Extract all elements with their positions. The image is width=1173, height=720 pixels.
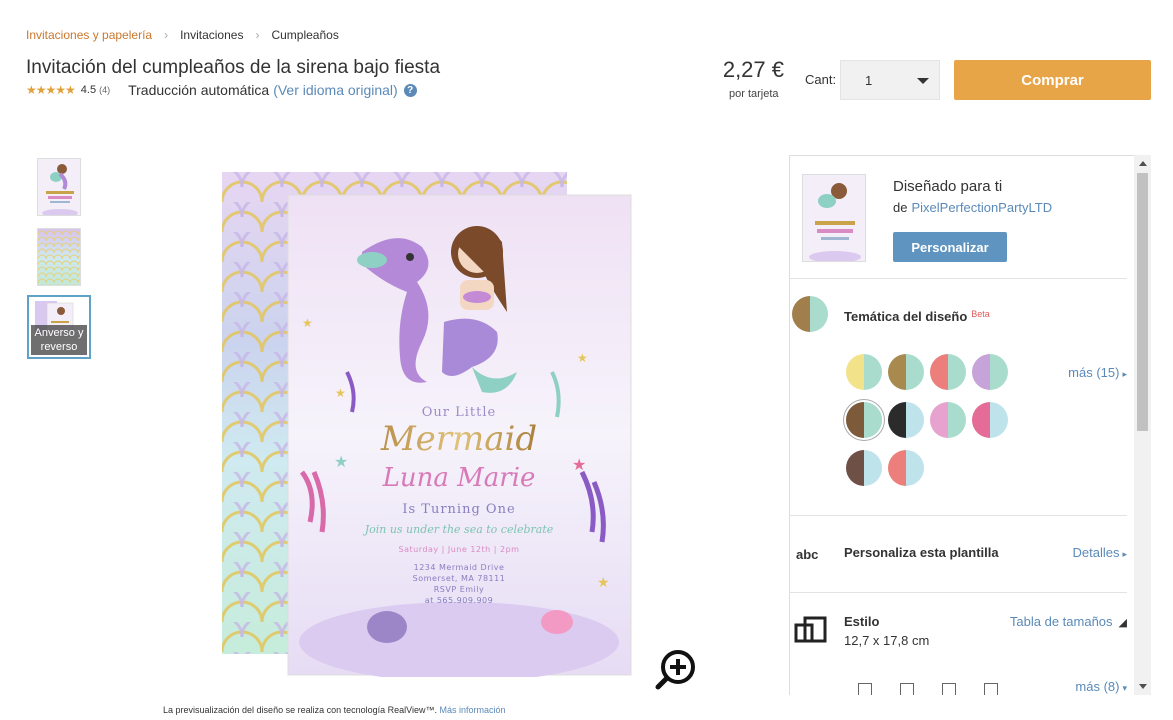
- card-address-2: Somerset, MA 78111: [413, 574, 506, 583]
- theme-swatch[interactable]: [846, 354, 882, 390]
- card-age: Is Turning One: [402, 502, 515, 517]
- breadcrumb: Invitaciones y papelería › Invitaciones …: [26, 28, 339, 42]
- price: 2,27 €: [722, 57, 784, 82]
- price-unit: por tarjeta: [729, 88, 779, 100]
- rating-stars-icon[interactable]: ★★★★★: [26, 83, 76, 97]
- svg-text:★: ★: [302, 316, 313, 330]
- chevron-right-icon: ›: [164, 28, 169, 42]
- rating-count[interactable]: (4): [99, 85, 110, 95]
- front-and-back-label: Anverso y reverso: [31, 325, 87, 355]
- quantity-label: Cant:: [805, 72, 837, 87]
- divider: [790, 592, 1127, 593]
- card-invite: Join us under the sea to celebrate: [363, 523, 554, 536]
- auto-translation-label: Traducción automática: [128, 82, 270, 98]
- more-info-link[interactable]: Más información: [440, 705, 506, 715]
- divider: [790, 515, 1127, 516]
- rating-value: 4.5: [80, 84, 97, 96]
- designer-credit: de PixelPerfectionPartyLTD: [893, 200, 1053, 215]
- designer-thumbnail: [802, 174, 866, 262]
- size-options: [858, 683, 998, 695]
- realview-note: La previsualización del diseño se realiz…: [163, 705, 506, 715]
- corner-arrow-icon: ◢: [1118, 617, 1127, 629]
- mermaid-scales-image: [38, 229, 80, 285]
- help-icon[interactable]: ?: [403, 83, 417, 97]
- theme-swatch[interactable]: [888, 402, 924, 438]
- scroll-down-arrow-icon[interactable]: [1139, 684, 1147, 689]
- more-sizes-link[interactable]: más (8) ▾: [1075, 679, 1127, 694]
- style-title: Estilo: [844, 614, 880, 629]
- theme-swatch[interactable]: [930, 402, 966, 438]
- personalize-button[interactable]: Personalizar: [893, 232, 1007, 262]
- style-size-value: 12,7 x 17,8 cm: [844, 633, 930, 648]
- more-themes-link[interactable]: más (15) ▸: [1068, 365, 1127, 380]
- size-option[interactable]: [900, 683, 914, 695]
- svg-text:★: ★: [577, 351, 588, 365]
- text-abc-icon: abc: [796, 547, 819, 562]
- caret-down-icon: [917, 78, 929, 84]
- theme-swatch[interactable]: [972, 402, 1008, 438]
- theme-swatch[interactable]: [846, 402, 882, 438]
- size-option[interactable]: [858, 683, 872, 695]
- card-date: Saturday | June 12th | 2pm: [399, 545, 520, 554]
- style-size-icon: [794, 616, 828, 644]
- chevron-right-icon: ›: [255, 28, 260, 42]
- card-line-1: Our Little: [422, 405, 496, 420]
- theme-swatch[interactable]: [888, 354, 924, 390]
- scrollbar-thumb[interactable]: [1137, 173, 1148, 431]
- current-theme-swatch: [792, 296, 828, 332]
- svg-text:★: ★: [597, 574, 610, 590]
- card-line-2: Mermaid: [380, 419, 537, 459]
- thumbnail-front[interactable]: [37, 158, 81, 216]
- customize-template-title: Personaliza esta plantilla: [844, 545, 999, 560]
- theme-swatch-grid: [846, 354, 1022, 486]
- card-rsvp: RSVP Emily: [434, 585, 485, 594]
- designer-link[interactable]: PixelPerfectionPartyLTD: [911, 200, 1052, 215]
- page-title: Invitación del cumpleaños de la sirena b…: [26, 57, 441, 78]
- buy-button[interactable]: Comprar: [954, 60, 1151, 100]
- original-language-link[interactable]: (Ver idioma original): [273, 82, 398, 98]
- design-theme-title: Temática del diseño Beta: [844, 309, 990, 324]
- breadcrumb-link-stationery[interactable]: Invitaciones y papelería: [26, 28, 152, 42]
- svg-text:★: ★: [334, 454, 348, 471]
- designed-for-you-title: Diseñado para ti: [893, 178, 1003, 195]
- customization-panel: Diseñado para ti de PixelPerfectionPartyL…: [789, 155, 1137, 695]
- theme-swatch[interactable]: [930, 354, 966, 390]
- svg-text:★: ★: [335, 386, 346, 400]
- thumbnail-back[interactable]: [37, 228, 81, 286]
- details-link[interactable]: Detalles ▸: [1073, 545, 1128, 560]
- rating-row: ★★★★★ 4.5 (4) Traducción automática (Ver…: [26, 82, 417, 98]
- quantity-value: 1: [865, 72, 873, 88]
- invitation-preview-image: Our Little Mermaid Luna Marie Is Turning…: [222, 172, 632, 682]
- card-phone: at 565.909.909: [425, 596, 493, 605]
- divider: [790, 278, 1127, 279]
- beta-badge: Beta: [971, 309, 990, 319]
- thumbnail-front-and-back[interactable]: Anverso y reverso: [27, 295, 91, 359]
- size-chart-link[interactable]: Tabla de tamaños ◢: [1010, 614, 1127, 629]
- card-name: Luna Marie: [382, 463, 536, 493]
- breadcrumb-link-birthday[interactable]: Cumpleaños: [271, 28, 338, 42]
- quantity-select[interactable]: 1: [840, 60, 940, 100]
- theme-swatch[interactable]: [846, 450, 882, 486]
- theme-swatch[interactable]: [972, 354, 1008, 390]
- scroll-up-arrow-icon[interactable]: [1139, 161, 1147, 166]
- product-preview[interactable]: Our Little Mermaid Luna Marie Is Turning…: [222, 172, 642, 682]
- svg-text:★: ★: [572, 457, 586, 474]
- size-option[interactable]: [984, 683, 998, 695]
- card-address-1: 1234 Mermaid Drive: [414, 563, 505, 572]
- invitation-front-image: [38, 159, 80, 215]
- panel-scrollbar[interactable]: [1134, 155, 1151, 695]
- zoom-in-icon[interactable]: [654, 647, 698, 691]
- theme-swatch[interactable]: [888, 450, 924, 486]
- breadcrumb-link-invitations[interactable]: Invitaciones: [180, 28, 243, 42]
- size-option[interactable]: [942, 683, 956, 695]
